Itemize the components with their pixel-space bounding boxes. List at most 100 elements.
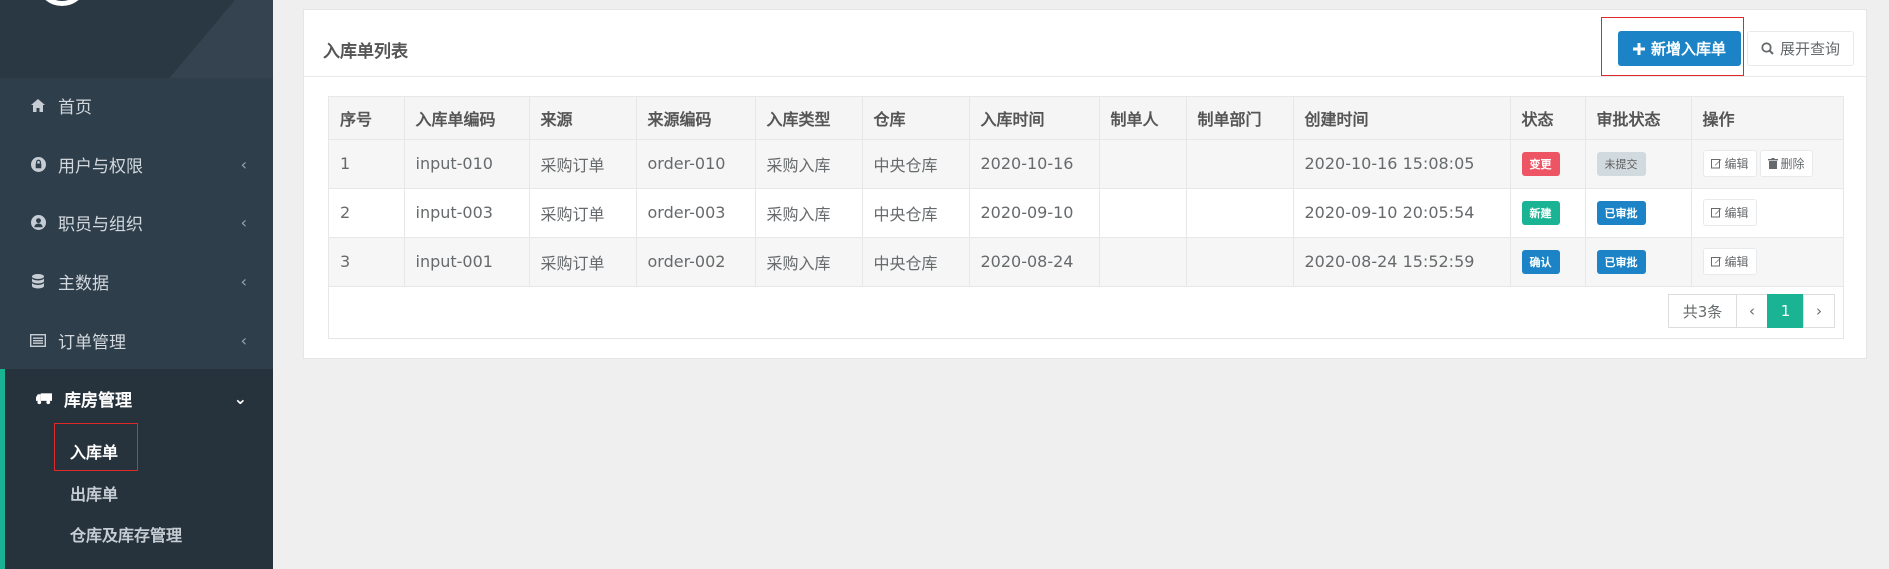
inbound-table: 序号 入库单编码 来源 来源编码 入库类型 仓库 入库时间 制单人 制单部门 创… xyxy=(328,96,1844,339)
cell-in-time: 2020-08-24 xyxy=(969,237,1100,287)
user-circle-icon xyxy=(30,215,46,230)
list-alt-icon xyxy=(30,334,46,347)
home-icon xyxy=(30,99,46,112)
sidebar-subitem-inventory[interactable]: 仓库及库存管理 xyxy=(70,522,182,546)
cell-actions: 编辑 删除 xyxy=(1691,139,1843,189)
delete-button[interactable]: 删除 xyxy=(1759,150,1813,177)
edit-icon xyxy=(1710,208,1721,218)
pagination: 共3条 ‹ 1 › xyxy=(1668,294,1835,328)
pagination-page-button[interactable]: 1 xyxy=(1767,294,1804,328)
edit-button[interactable]: 编辑 xyxy=(1702,199,1757,226)
col-header: 状态 xyxy=(1510,97,1586,140)
cell-maker xyxy=(1099,188,1187,238)
cell-type: 采购入库 xyxy=(755,237,863,287)
col-header: 来源编码 xyxy=(636,97,756,140)
cell-approval: 未提交 xyxy=(1585,139,1692,189)
cell-dept xyxy=(1186,188,1294,238)
cell-approval: 已审批 xyxy=(1585,237,1692,287)
cell-status: 变更 xyxy=(1510,139,1586,189)
cell-maker xyxy=(1099,237,1187,287)
edit-label: 编辑 xyxy=(1724,255,1749,269)
sidebar-item-label: 用户与权限 xyxy=(58,157,143,177)
approval-badge: 已审批 xyxy=(1596,200,1646,225)
cell-source-code: order-002 xyxy=(636,237,756,287)
col-header: 序号 xyxy=(329,97,405,140)
cell-dept xyxy=(1186,139,1294,189)
cell-type: 采购入库 xyxy=(755,139,863,189)
sidebar-item-label: 职员与组织 xyxy=(58,215,143,235)
cell-dept xyxy=(1186,237,1294,287)
edit-label: 编辑 xyxy=(1724,206,1749,220)
cell-code: input-001 xyxy=(404,237,530,287)
table-row[interactable]: 2 input-003 采购订单 order-003 采购入库 中央仓库 202… xyxy=(329,188,1843,238)
search-icon xyxy=(1761,42,1774,55)
sidebar-item-warehouse[interactable]: 库房管理 ⌄ xyxy=(0,369,273,428)
expand-query-button[interactable]: 展开查询 xyxy=(1747,31,1854,66)
edit-button[interactable]: 编辑 xyxy=(1702,248,1757,275)
pagination-total: 共3条 xyxy=(1668,294,1737,328)
page-title: 入库单列表 xyxy=(323,42,408,62)
cell-in-time: 2020-10-16 xyxy=(969,139,1100,189)
sidebar-item-master-data[interactable]: 主数据 ‹ xyxy=(0,252,273,311)
table-header-row: 序号 入库单编码 来源 来源编码 入库类型 仓库 入库时间 制单人 制单部门 创… xyxy=(329,97,1843,140)
cell-source: 采购订单 xyxy=(529,188,637,238)
delete-label: 删除 xyxy=(1780,157,1805,171)
lock-icon xyxy=(30,157,46,172)
cell-warehouse: 中央仓库 xyxy=(862,188,970,238)
table-row[interactable]: 1 input-010 采购订单 order-010 采购入库 中央仓库 202… xyxy=(329,139,1843,189)
pagination-prev-button[interactable]: ‹ xyxy=(1736,294,1768,328)
cell-no: 3 xyxy=(329,237,405,287)
sidebar-item-staff-org[interactable]: 职员与组织 ‹ xyxy=(0,193,273,252)
cell-code: input-003 xyxy=(404,188,530,238)
table-row[interactable]: 3 input-001 采购订单 order-002 采购入库 中央仓库 202… xyxy=(329,237,1843,287)
divider xyxy=(304,76,1866,77)
cell-in-time: 2020-09-10 xyxy=(969,188,1100,238)
cell-no: 2 xyxy=(329,188,405,238)
sidebar: 首页 用户与权限 ‹ 职员与组织 ‹ 主数据 ‹ 订单管理 ‹ 库房管理 ⌄ 入… xyxy=(0,0,273,569)
sidebar-header xyxy=(0,0,273,78)
col-header: 制单部门 xyxy=(1186,97,1294,140)
cell-created: 2020-10-16 15:08:05 xyxy=(1293,139,1511,189)
status-badge: 新建 xyxy=(1521,200,1560,225)
cell-created: 2020-08-24 15:52:59 xyxy=(1293,237,1511,287)
edit-icon xyxy=(1710,257,1721,267)
col-header: 入库类型 xyxy=(755,97,863,140)
cell-created: 2020-09-10 20:05:54 xyxy=(1293,188,1511,238)
truck-icon xyxy=(36,392,52,405)
cell-status: 确认 xyxy=(1510,237,1586,287)
cell-status: 新建 xyxy=(1510,188,1586,238)
logo-icon xyxy=(40,0,84,6)
cell-actions: 编辑 xyxy=(1691,188,1843,238)
highlight-box xyxy=(1601,17,1744,76)
sidebar-item-label: 订单管理 xyxy=(58,333,126,353)
cell-code: input-010 xyxy=(404,139,530,189)
col-header: 操作 xyxy=(1691,97,1843,140)
col-header: 入库时间 xyxy=(969,97,1100,140)
col-header: 创建时间 xyxy=(1293,97,1511,140)
cell-warehouse: 中央仓库 xyxy=(862,237,970,287)
sidebar-item-users-permissions[interactable]: 用户与权限 ‹ xyxy=(0,135,273,194)
cell-source-code: order-003 xyxy=(636,188,756,238)
cell-source-code: order-010 xyxy=(636,139,756,189)
approval-badge: 已审批 xyxy=(1596,249,1646,274)
pagination-next-button[interactable]: › xyxy=(1803,294,1835,328)
chevron-left-icon: ‹ xyxy=(240,331,247,350)
sidebar-item-home[interactable]: 首页 xyxy=(0,76,273,135)
sidebar-item-label: 主数据 xyxy=(58,274,109,294)
database-icon xyxy=(30,274,46,289)
sidebar-subitem-outbound[interactable]: 出库单 xyxy=(70,481,118,505)
cell-maker xyxy=(1099,139,1187,189)
col-header: 仓库 xyxy=(862,97,970,140)
col-header: 入库单编码 xyxy=(404,97,530,140)
col-header: 制单人 xyxy=(1099,97,1187,140)
cell-approval: 已审批 xyxy=(1585,188,1692,238)
edit-icon xyxy=(1710,159,1721,169)
edit-button[interactable]: 编辑 xyxy=(1702,150,1757,177)
sidebar-header-decoration xyxy=(134,0,273,78)
chevron-left-icon: ‹ xyxy=(240,155,247,174)
sidebar-item-orders[interactable]: 订单管理 ‹ xyxy=(0,311,273,370)
col-header: 来源 xyxy=(529,97,637,140)
chevron-left-icon: ‹ xyxy=(240,213,247,232)
col-header: 审批状态 xyxy=(1585,97,1692,140)
chevron-down-icon: ⌄ xyxy=(233,389,247,408)
